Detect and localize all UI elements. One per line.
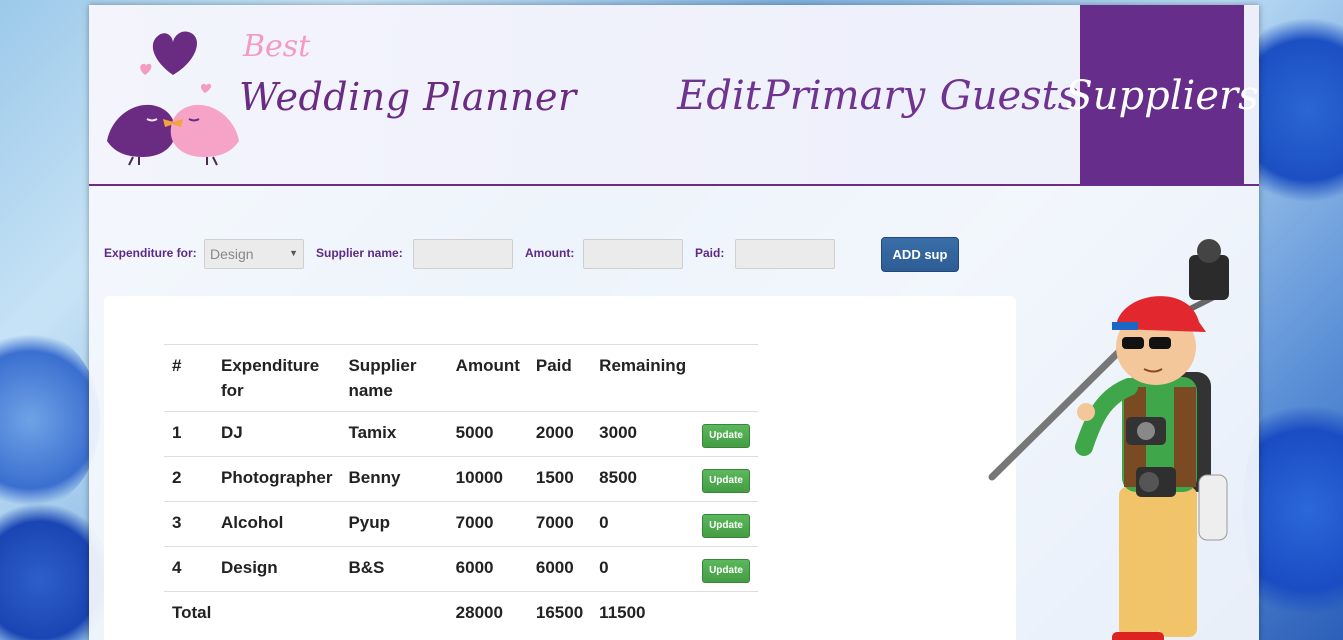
dropdown-arrow-icon: ▼ [289,248,298,258]
row-paid: 6000 [527,546,592,592]
row-action: Update [694,501,758,547]
expenditure-label: Expenditure for: [104,246,197,260]
row-expenditure: Alcohol [213,501,341,547]
update-button[interactable]: Update [702,469,750,493]
row-expenditure: Photographer [213,456,341,502]
table-row: 2 Photographer Benny 10000 1500 8500 Upd… [164,456,758,502]
column-header-expenditure: Expenditure for [213,344,341,412]
update-button[interactable]: Update [702,514,750,538]
site-header: Best Wedding Planner Edit Primary Guests… [89,5,1259,186]
amount-label: Amount: [525,246,575,260]
row-supplier: B&S [340,546,448,592]
row-supplier: Pyup [340,501,448,547]
row-number: 4 [164,546,214,592]
row-paid: 7000 [527,501,592,547]
expenditure-select[interactable]: Design ▼ [204,239,304,269]
table-row: 3 Alcohol Pyup 7000 7000 0 Update [164,501,758,547]
total-label: Total [164,591,448,636]
nav-item-suppliers[interactable]: Suppliers [1065,5,1259,186]
column-header-remaining: Remaining [591,344,695,412]
row-remaining: 8500 [591,456,695,502]
site-logo[interactable]: Best Wedding Planner [103,23,576,173]
lovebirds-icon [107,31,239,166]
total-action [694,591,758,636]
logo-title: Wedding Planner [239,75,577,119]
row-action: Update [694,546,758,592]
row-amount: 5000 [447,411,528,457]
row-remaining: 3000 [591,411,695,457]
row-number: 2 [164,456,214,502]
column-header-action [694,344,758,412]
total-amount: 28000 [447,591,528,636]
row-expenditure: Design [213,546,341,592]
table-row: 4 Design B&S 6000 6000 0 Update [164,546,758,592]
nav-item-primary[interactable]: Primary [763,5,925,186]
table-header-row: # Expenditure for Supplier name Amount P… [164,344,758,412]
row-paid: 2000 [527,411,592,457]
update-button[interactable]: Update [702,424,750,448]
column-header-paid: Paid [527,344,592,412]
table-row: 1 DJ Tamix 5000 2000 3000 Update [164,411,758,457]
row-paid: 1500 [527,456,592,502]
page-container: Best Wedding Planner Edit Primary Guests… [89,5,1259,640]
row-remaining: 0 [591,501,695,547]
add-supplier-button[interactable]: ADD sup [881,237,959,272]
expenditure-selected-value: Design [210,246,254,262]
nav-item-guests[interactable]: Guests [939,5,1079,186]
table-total-row: Total 28000 16500 11500 [164,591,758,636]
column-header-supplier: Supplier name [340,344,448,412]
row-action: Update [694,411,758,457]
row-supplier: Tamix [340,411,448,457]
suppliers-table: # Expenditure for Supplier name Amount P… [164,344,758,636]
row-number: 3 [164,501,214,547]
column-header-number: # [164,344,214,412]
update-button[interactable]: Update [702,559,750,583]
row-supplier: Benny [340,456,448,502]
row-number: 1 [164,411,214,457]
amount-input[interactable] [583,239,683,269]
column-header-amount: Amount [447,344,528,412]
total-paid: 16500 [527,591,592,636]
row-amount: 10000 [447,456,528,502]
paid-label: Paid: [695,246,725,260]
row-remaining: 0 [591,546,695,592]
row-amount: 6000 [447,546,528,592]
row-action: Update [694,456,758,502]
total-remaining: 11500 [591,591,695,636]
supplier-name-input[interactable] [413,239,513,269]
background-decoration [0,330,100,510]
row-expenditure: DJ [213,411,341,457]
paid-input[interactable] [735,239,835,269]
supplier-name-label: Supplier name: [316,246,403,260]
logo-tagline: Best [243,29,311,64]
suppliers-panel: # Expenditure for Supplier name Amount P… [104,296,1016,640]
row-amount: 7000 [447,501,528,547]
photographer-illustration [988,239,1229,640]
